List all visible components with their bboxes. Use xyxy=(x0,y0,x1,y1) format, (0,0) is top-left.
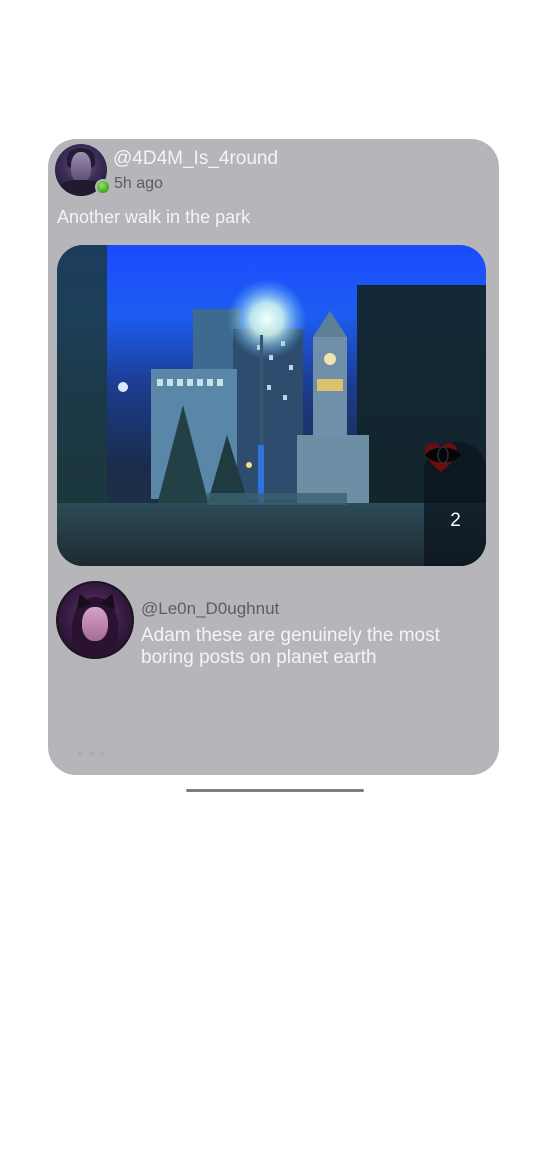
post-photo[interactable]: 2 3 xyxy=(57,245,486,566)
post-header: @4D4M_Is_4round 5h ago xyxy=(55,144,278,196)
post-meta: @4D4M_Is_4round 5h ago xyxy=(113,144,278,194)
comment-item: @Le0n_D0ughnut Adam these are genuinely … xyxy=(56,581,486,669)
home-indicator[interactable] xyxy=(186,789,364,792)
page: @4D4M_Is_4round 5h ago Another walk in t… xyxy=(0,0,550,1150)
comment-text: Adam these are genuinely the most boring… xyxy=(141,625,440,668)
photo-scene xyxy=(57,245,486,566)
post-timestamp: 5h ago xyxy=(114,175,163,192)
eye-icon[interactable] xyxy=(424,442,462,468)
author-avatar[interactable] xyxy=(55,144,111,196)
like-count: 2 xyxy=(450,510,461,531)
engagement-panel: 2 3 xyxy=(424,442,486,566)
commenter-avatar[interactable] xyxy=(56,581,134,659)
online-status-indicator xyxy=(95,179,111,195)
post-card: @4D4M_Is_4round 5h ago Another walk in t… xyxy=(48,139,499,775)
post-caption: Another walk in the park xyxy=(57,207,251,227)
comment-body: @Le0n_D0ughnut Adam these are genuinely … xyxy=(141,599,461,669)
author-username[interactable]: @4D4M_Is_4round xyxy=(113,148,278,170)
ellipsis-icon xyxy=(78,751,105,756)
commenter-username[interactable]: @Le0n_D0ughnut xyxy=(141,599,461,619)
